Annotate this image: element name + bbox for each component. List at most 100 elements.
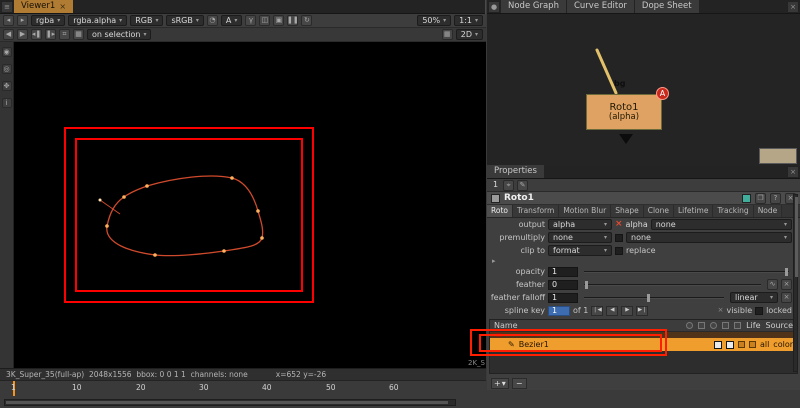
clear-animation-icon[interactable]: × (781, 279, 792, 290)
channel-select[interactable]: rgba.alpha ▾ (68, 15, 128, 26)
opacity-field[interactable]: 1 (548, 266, 578, 277)
help-icon[interactable]: ? (770, 192, 781, 204)
tab-node[interactable]: Node (753, 205, 783, 217)
locked-checkbox[interactable] (755, 306, 764, 315)
wipe-icon[interactable]: ◫ (259, 15, 271, 26)
close-icon[interactable]: × (59, 2, 66, 11)
slider-knob[interactable] (585, 280, 588, 289)
blend-mode-icon[interactable] (737, 341, 745, 348)
link-icon[interactable] (748, 341, 756, 348)
roi-select[interactable]: on selection ▾ (87, 29, 152, 40)
play-forward-icon[interactable]: ❚▸ (45, 29, 56, 40)
clipto-select[interactable]: format ▾ (548, 245, 612, 256)
tab-transform[interactable]: Transform (513, 205, 560, 217)
output-arrow-icon[interactable] (619, 134, 633, 144)
tab-tracking[interactable]: Tracking (713, 205, 754, 217)
feather-field[interactable]: 0 (548, 279, 578, 290)
info-icon[interactable]: i (1, 98, 12, 108)
add-shape-button[interactable]: + ▾ (491, 378, 509, 389)
clear-panels-icon[interactable]: ✎ (517, 179, 529, 191)
frame-range-icon[interactable]: ⌗ (59, 29, 70, 40)
opacity-slider[interactable] (584, 267, 789, 276)
tab-viewer1[interactable]: Viewer1 × (14, 0, 75, 13)
tab-shape[interactable]: Shape (611, 205, 644, 217)
float-panel-icon[interactable]: ❐ (755, 192, 766, 204)
pane-menu-icon[interactable]: ● (488, 1, 500, 13)
slider-knob[interactable] (647, 293, 650, 302)
display-style-select[interactable]: RGB ▾ (130, 15, 164, 26)
pause-icon[interactable]: ❚❚ (287, 15, 299, 26)
properties-scrollbar[interactable] (793, 194, 798, 372)
scroll-thumb[interactable] (795, 197, 798, 277)
view-mode-select[interactable]: 2D ▾ (455, 29, 483, 40)
premultiply-select[interactable]: none ▾ (548, 232, 612, 243)
control-points[interactable] (98, 176, 264, 257)
curve-menu-icon[interactable]: ∿ (767, 279, 778, 290)
proxy-select[interactable]: 1:1 ▾ (454, 15, 483, 26)
clear-animation-icon[interactable]: × (781, 292, 792, 303)
input-select[interactable]: A ▾ (220, 15, 243, 26)
roto-node[interactable]: Roto1 (alpha) (586, 94, 662, 130)
grid-icon[interactable]: ▦ (441, 29, 453, 40)
channel-remove-icon[interactable]: × (615, 220, 623, 229)
colorspace-select[interactable]: sRGB ▾ (166, 15, 204, 26)
premultiply-extra-select[interactable]: none ▾ (626, 232, 792, 243)
hand-tool-icon[interactable]: ✥ (1, 81, 12, 91)
remove-shape-button[interactable]: − (511, 378, 527, 389)
close-icon[interactable]: × (787, 166, 799, 178)
feather-slider[interactable] (584, 280, 761, 289)
layer-select[interactable]: rgba ▾ (31, 15, 66, 26)
tab-clone[interactable]: Clone (643, 205, 674, 217)
tab-lifetime[interactable]: Lifetime (673, 205, 714, 217)
premultiply-checkbox[interactable] (615, 233, 623, 242)
refresh-icon[interactable]: ↻ (301, 15, 313, 26)
visibility-checkbox[interactable] (713, 340, 722, 349)
close-icon[interactable]: × (787, 1, 799, 13)
slider-knob[interactable] (785, 267, 788, 276)
feather-falloff-slider[interactable] (584, 293, 724, 302)
center-node-icon[interactable] (742, 193, 751, 203)
viewer-canvas[interactable]: 2K_S (14, 42, 486, 368)
timeline-scrollbar[interactable] (4, 399, 456, 406)
pane-menu-icon[interactable]: ≡ (1, 1, 13, 13)
gamma-icon[interactable]: γ (245, 15, 257, 26)
tab-roto[interactable]: Roto (487, 205, 513, 217)
last-key-icon[interactable]: ▶❘ (636, 305, 649, 316)
first-key-icon[interactable]: ❘◀ (591, 305, 604, 316)
feather-falloff-field[interactable]: 1 (548, 292, 578, 303)
pin-icon[interactable]: ⌖ (503, 179, 515, 191)
tab-motion-blur[interactable]: Motion Blur (559, 205, 612, 217)
guides-icon[interactable]: ▦ (73, 29, 84, 40)
color-chip[interactable] (725, 340, 734, 349)
timeline-scroll-thumb[interactable] (6, 401, 448, 404)
tangent-handle[interactable] (99, 199, 121, 215)
list-row-bezier1[interactable]: ✎ Bezier1 all color (490, 338, 797, 351)
node-color-chip[interactable] (491, 193, 500, 203)
zoom-select[interactable]: 50% ▾ (417, 15, 452, 26)
bezier-shape-path[interactable] (106, 175, 264, 257)
visible-toggle-icon[interactable]: × (718, 307, 724, 314)
tab-properties[interactable]: Properties (487, 165, 545, 178)
zoom-tool-icon[interactable]: ◎ (1, 64, 12, 74)
tab-curve-editor[interactable]: Curve Editor (566, 0, 635, 13)
prev-keyframe-icon[interactable]: ◀ (3, 29, 14, 40)
disclosure-triangle-icon[interactable]: ▸ (487, 257, 496, 265)
tab-dope-sheet[interactable]: Dope Sheet (634, 0, 700, 13)
error-check-icon[interactable]: ◂ (3, 15, 14, 26)
prev-key-icon[interactable]: ◀ (606, 305, 619, 316)
falloff-type-select[interactable]: linear ▾ (730, 292, 778, 303)
frame-lock-icon[interactable]: ▸ (17, 15, 28, 26)
replace-checkbox[interactable] (615, 246, 623, 255)
frame-ruler[interactable]: 1 10 20 30 40 50 60 (0, 381, 486, 396)
offscreen-node[interactable] (759, 148, 797, 164)
output-extra-select[interactable]: none ▾ (650, 219, 792, 230)
list-empty-area[interactable] (490, 351, 797, 373)
tab-node-graph[interactable]: Node Graph (501, 0, 567, 13)
node-graph-canvas[interactable]: bg Roto1 (alpha) A (487, 14, 800, 166)
next-key-icon[interactable]: ▶ (621, 305, 634, 316)
spline-key-field[interactable]: 1 (548, 305, 570, 316)
flipbook-icon[interactable]: ▣ (273, 15, 285, 26)
play-backward-icon[interactable]: ◂❚ (31, 29, 42, 40)
gain-icon[interactable]: ◔ (206, 15, 218, 26)
color-sample-icon[interactable]: ◉ (1, 47, 12, 57)
